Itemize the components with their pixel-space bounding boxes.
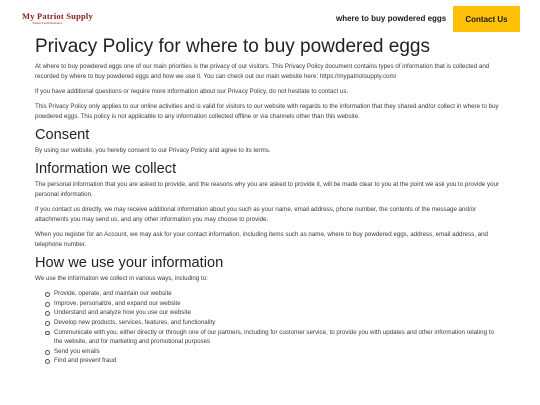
site-logo[interactable]: My Patriot Supply Trusted Self-Reliance <box>22 11 93 26</box>
nav-link-home[interactable]: where to buy powdered eggs <box>336 14 446 23</box>
consent-heading: Consent <box>35 127 90 144</box>
collect-paragraph: The personal information that you are as… <box>35 181 499 198</box>
collect-paragraph: If you contact us directly, we may recei… <box>35 206 477 223</box>
intro-paragraph: This Privacy Policy only applies to our … <box>35 103 499 120</box>
list-item: Develop new products, services, features… <box>44 318 501 328</box>
list-item: Find and prevent fraud <box>44 356 501 366</box>
list-item: Understand and analyze how you use our w… <box>44 308 501 318</box>
intro-paragraph: At where to buy powdered eggs one of our… <box>35 63 490 80</box>
intro-paragraph: If you have additional questions or requ… <box>35 87 349 95</box>
use-heading: How we use your information <box>35 254 224 271</box>
list-item: Improve, personalize, and expand our web… <box>44 299 501 309</box>
collect-paragraph: When you register for an Account, we may… <box>35 231 488 248</box>
contact-us-button[interactable]: Contact Us <box>453 6 520 32</box>
list-item: Send you emails <box>44 347 501 357</box>
collect-heading: Information we collect <box>35 161 177 178</box>
use-intro: We use the information we collect in var… <box>35 274 208 282</box>
main-content: Privacy Policy for where to buy powdered… <box>35 36 501 366</box>
logo-tagline: Trusted Self-Reliance <box>32 21 63 25</box>
list-item: Communicate with you, either directly or… <box>44 328 501 347</box>
use-list: Provide, operate, and maintain our websi… <box>35 289 501 366</box>
page-title: Privacy Policy for where to buy powdered… <box>35 36 430 57</box>
logo-text: My Patriot Supply <box>22 11 93 21</box>
list-item: Provide, operate, and maintain our websi… <box>44 289 501 299</box>
site-header: My Patriot Supply Trusted Self-Reliance … <box>0 0 540 38</box>
consent-text: By using our website, you hereby consent… <box>35 147 271 155</box>
